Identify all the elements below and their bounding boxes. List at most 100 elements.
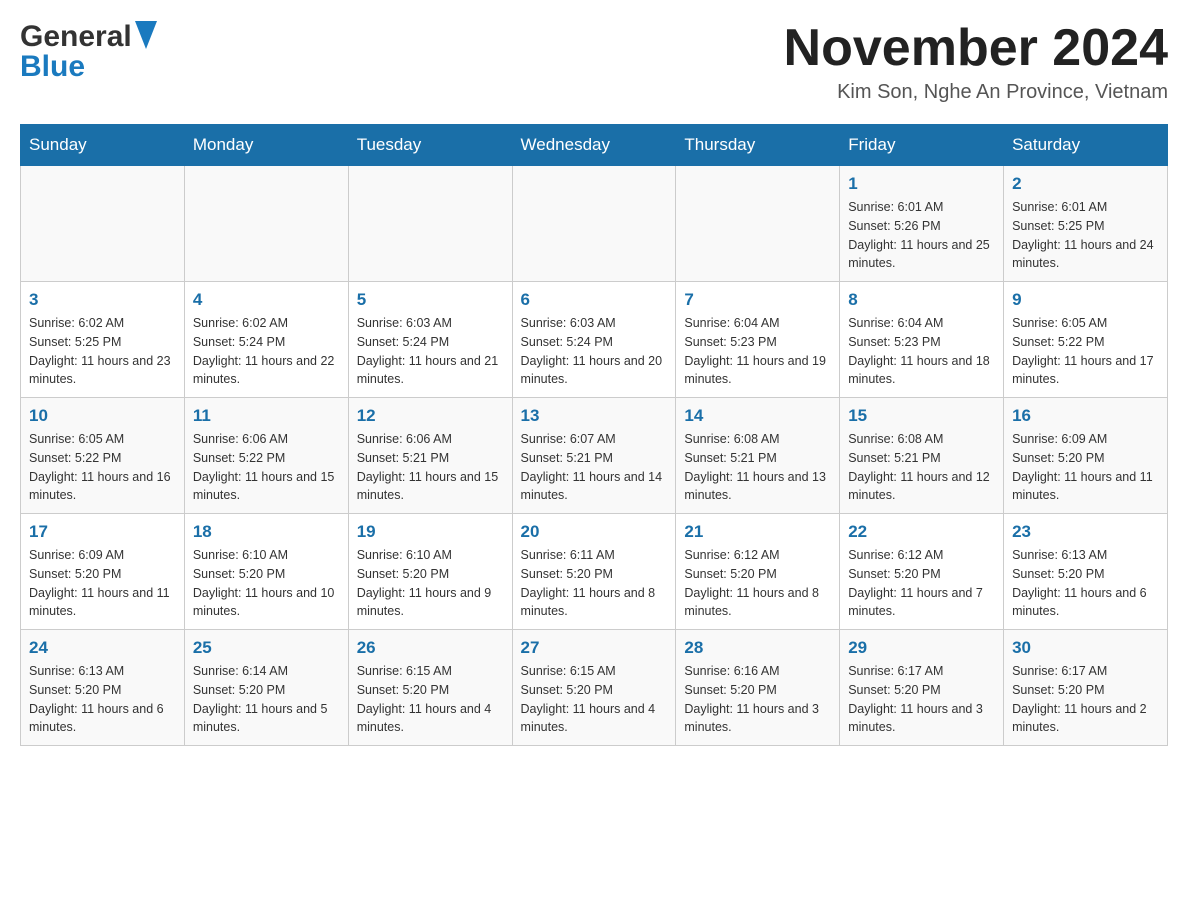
day-number: 2 bbox=[1012, 174, 1159, 194]
calendar-cell: 29 Sunrise: 6:17 AMSunset: 5:20 PMDayligh… bbox=[840, 630, 1004, 746]
day-number: 4 bbox=[193, 290, 340, 310]
calendar-cell: 26 Sunrise: 6:15 AMSunset: 5:20 PMDayligh… bbox=[348, 630, 512, 746]
calendar-cell: 7 Sunrise: 6:04 AMSunset: 5:23 PMDaylight… bbox=[676, 282, 840, 398]
day-info: Sunrise: 6:14 AMSunset: 5:20 PMDaylight:… bbox=[193, 662, 340, 737]
calendar-cell: 14 Sunrise: 6:08 AMSunset: 5:21 PMDayligh… bbox=[676, 398, 840, 514]
day-number: 15 bbox=[848, 406, 995, 426]
day-number: 25 bbox=[193, 638, 340, 658]
location-text: Kim Son, Nghe An Province, Vietnam bbox=[784, 81, 1168, 104]
day-number: 29 bbox=[848, 638, 995, 658]
day-number: 18 bbox=[193, 522, 340, 542]
calendar-cell: 2 Sunrise: 6:01 AMSunset: 5:25 PMDaylight… bbox=[1004, 166, 1168, 282]
calendar-cell: 11 Sunrise: 6:06 AMSunset: 5:22 PMDayligh… bbox=[184, 398, 348, 514]
day-info: Sunrise: 6:17 AMSunset: 5:20 PMDaylight:… bbox=[1012, 662, 1159, 737]
calendar-cell bbox=[21, 166, 185, 282]
day-info: Sunrise: 6:02 AMSunset: 5:25 PMDaylight:… bbox=[29, 314, 176, 389]
calendar-cell: 28 Sunrise: 6:16 AMSunset: 5:20 PMDayligh… bbox=[676, 630, 840, 746]
calendar-cell: 21 Sunrise: 6:12 AMSunset: 5:20 PMDayligh… bbox=[676, 514, 840, 630]
day-number: 22 bbox=[848, 522, 995, 542]
day-number: 23 bbox=[1012, 522, 1159, 542]
day-info: Sunrise: 6:16 AMSunset: 5:20 PMDaylight:… bbox=[684, 662, 831, 737]
day-info: Sunrise: 6:01 AMSunset: 5:25 PMDaylight:… bbox=[1012, 198, 1159, 273]
calendar-cell: 27 Sunrise: 6:15 AMSunset: 5:20 PMDayligh… bbox=[512, 630, 676, 746]
calendar-cell: 10 Sunrise: 6:05 AMSunset: 5:22 PMDayligh… bbox=[21, 398, 185, 514]
day-number: 20 bbox=[521, 522, 668, 542]
calendar-cell: 12 Sunrise: 6:06 AMSunset: 5:21 PMDayligh… bbox=[348, 398, 512, 514]
day-info: Sunrise: 6:08 AMSunset: 5:21 PMDaylight:… bbox=[848, 430, 995, 505]
day-number: 8 bbox=[848, 290, 995, 310]
day-info: Sunrise: 6:11 AMSunset: 5:20 PMDaylight:… bbox=[521, 546, 668, 621]
day-number: 28 bbox=[684, 638, 831, 658]
day-info: Sunrise: 6:10 AMSunset: 5:20 PMDaylight:… bbox=[357, 546, 504, 621]
day-number: 11 bbox=[193, 406, 340, 426]
day-info: Sunrise: 6:06 AMSunset: 5:22 PMDaylight:… bbox=[193, 430, 340, 505]
day-info: Sunrise: 6:01 AMSunset: 5:26 PMDaylight:… bbox=[848, 198, 995, 273]
calendar-header-row: SundayMondayTuesdayWednesdayThursdayFrid… bbox=[21, 125, 1168, 166]
calendar-cell: 19 Sunrise: 6:10 AMSunset: 5:20 PMDayligh… bbox=[348, 514, 512, 630]
logo-blue-text: Blue bbox=[20, 50, 85, 83]
day-number: 19 bbox=[357, 522, 504, 542]
day-info: Sunrise: 6:17 AMSunset: 5:20 PMDaylight:… bbox=[848, 662, 995, 737]
calendar-week-row: 24 Sunrise: 6:13 AMSunset: 5:20 PMDayligh… bbox=[21, 630, 1168, 746]
calendar-cell: 15 Sunrise: 6:08 AMSunset: 5:21 PMDayligh… bbox=[840, 398, 1004, 514]
logo-arrow-icon bbox=[135, 21, 157, 49]
calendar-cell: 30 Sunrise: 6:17 AMSunset: 5:20 PMDayligh… bbox=[1004, 630, 1168, 746]
day-number: 17 bbox=[29, 522, 176, 542]
day-info: Sunrise: 6:03 AMSunset: 5:24 PMDaylight:… bbox=[521, 314, 668, 389]
calendar-cell bbox=[348, 166, 512, 282]
day-info: Sunrise: 6:05 AMSunset: 5:22 PMDaylight:… bbox=[29, 430, 176, 505]
column-header-friday: Friday bbox=[840, 125, 1004, 166]
calendar-cell: 18 Sunrise: 6:10 AMSunset: 5:20 PMDayligh… bbox=[184, 514, 348, 630]
day-info: Sunrise: 6:05 AMSunset: 5:22 PMDaylight:… bbox=[1012, 314, 1159, 389]
day-number: 27 bbox=[521, 638, 668, 658]
column-header-wednesday: Wednesday bbox=[512, 125, 676, 166]
day-number: 6 bbox=[521, 290, 668, 310]
day-number: 14 bbox=[684, 406, 831, 426]
day-number: 13 bbox=[521, 406, 668, 426]
calendar-cell: 1 Sunrise: 6:01 AMSunset: 5:26 PMDaylight… bbox=[840, 166, 1004, 282]
day-number: 9 bbox=[1012, 290, 1159, 310]
day-info: Sunrise: 6:09 AMSunset: 5:20 PMDaylight:… bbox=[29, 546, 176, 621]
day-info: Sunrise: 6:06 AMSunset: 5:21 PMDaylight:… bbox=[357, 430, 504, 505]
day-info: Sunrise: 6:12 AMSunset: 5:20 PMDaylight:… bbox=[848, 546, 995, 621]
calendar-cell: 5Sunrise: 6:03 AMSunset: 5:24 PMDaylight… bbox=[348, 282, 512, 398]
day-number: 1 bbox=[848, 174, 995, 194]
day-number: 24 bbox=[29, 638, 176, 658]
day-info: Sunrise: 6:13 AMSunset: 5:20 PMDaylight:… bbox=[29, 662, 176, 737]
column-header-saturday: Saturday bbox=[1004, 125, 1168, 166]
day-number: 12 bbox=[357, 406, 504, 426]
calendar-cell: 20 Sunrise: 6:11 AMSunset: 5:20 PMDayligh… bbox=[512, 514, 676, 630]
calendar-week-row: 3Sunrise: 6:02 AMSunset: 5:25 PMDaylight… bbox=[21, 282, 1168, 398]
calendar-cell: 9 Sunrise: 6:05 AMSunset: 5:22 PMDaylight… bbox=[1004, 282, 1168, 398]
day-info: Sunrise: 6:08 AMSunset: 5:21 PMDaylight:… bbox=[684, 430, 831, 505]
calendar-cell: 3Sunrise: 6:02 AMSunset: 5:25 PMDaylight… bbox=[21, 282, 185, 398]
day-info: Sunrise: 6:02 AMSunset: 5:24 PMDaylight:… bbox=[193, 314, 340, 389]
calendar-week-row: 10 Sunrise: 6:05 AMSunset: 5:22 PMDayligh… bbox=[21, 398, 1168, 514]
calendar-cell: 24 Sunrise: 6:13 AMSunset: 5:20 PMDayligh… bbox=[21, 630, 185, 746]
day-info: Sunrise: 6:10 AMSunset: 5:20 PMDaylight:… bbox=[193, 546, 340, 621]
day-info: Sunrise: 6:15 AMSunset: 5:20 PMDaylight:… bbox=[357, 662, 504, 737]
day-info: Sunrise: 6:12 AMSunset: 5:20 PMDaylight:… bbox=[684, 546, 831, 621]
day-info: Sunrise: 6:07 AMSunset: 5:21 PMDaylight:… bbox=[521, 430, 668, 505]
day-number: 5 bbox=[357, 290, 504, 310]
calendar-cell: 8Sunrise: 6:04 AMSunset: 5:23 PMDaylight… bbox=[840, 282, 1004, 398]
page-header: General Blue November 2024 Kim Son, Nghe… bbox=[20, 20, 1168, 104]
day-info: Sunrise: 6:04 AMSunset: 5:23 PMDaylight:… bbox=[684, 314, 831, 389]
calendar-cell: 16Sunrise: 6:09 AMSunset: 5:20 PMDayligh… bbox=[1004, 398, 1168, 514]
column-header-monday: Monday bbox=[184, 125, 348, 166]
logo-general-text: General bbox=[20, 20, 132, 54]
calendar-cell: 6 Sunrise: 6:03 AMSunset: 5:24 PMDaylight… bbox=[512, 282, 676, 398]
day-number: 10 bbox=[29, 406, 176, 426]
day-number: 7 bbox=[684, 290, 831, 310]
calendar-week-row: 1 Sunrise: 6:01 AMSunset: 5:26 PMDaylight… bbox=[21, 166, 1168, 282]
column-header-sunday: Sunday bbox=[21, 125, 185, 166]
day-number: 26 bbox=[357, 638, 504, 658]
day-info: Sunrise: 6:15 AMSunset: 5:20 PMDaylight:… bbox=[521, 662, 668, 737]
day-number: 30 bbox=[1012, 638, 1159, 658]
calendar-cell bbox=[512, 166, 676, 282]
month-title: November 2024 bbox=[784, 20, 1168, 77]
calendar-table: SundayMondayTuesdayWednesdayThursdayFrid… bbox=[20, 124, 1168, 746]
day-number: 21 bbox=[684, 522, 831, 542]
calendar-week-row: 17 Sunrise: 6:09 AMSunset: 5:20 PMDayligh… bbox=[21, 514, 1168, 630]
logo: General Blue bbox=[20, 20, 157, 84]
